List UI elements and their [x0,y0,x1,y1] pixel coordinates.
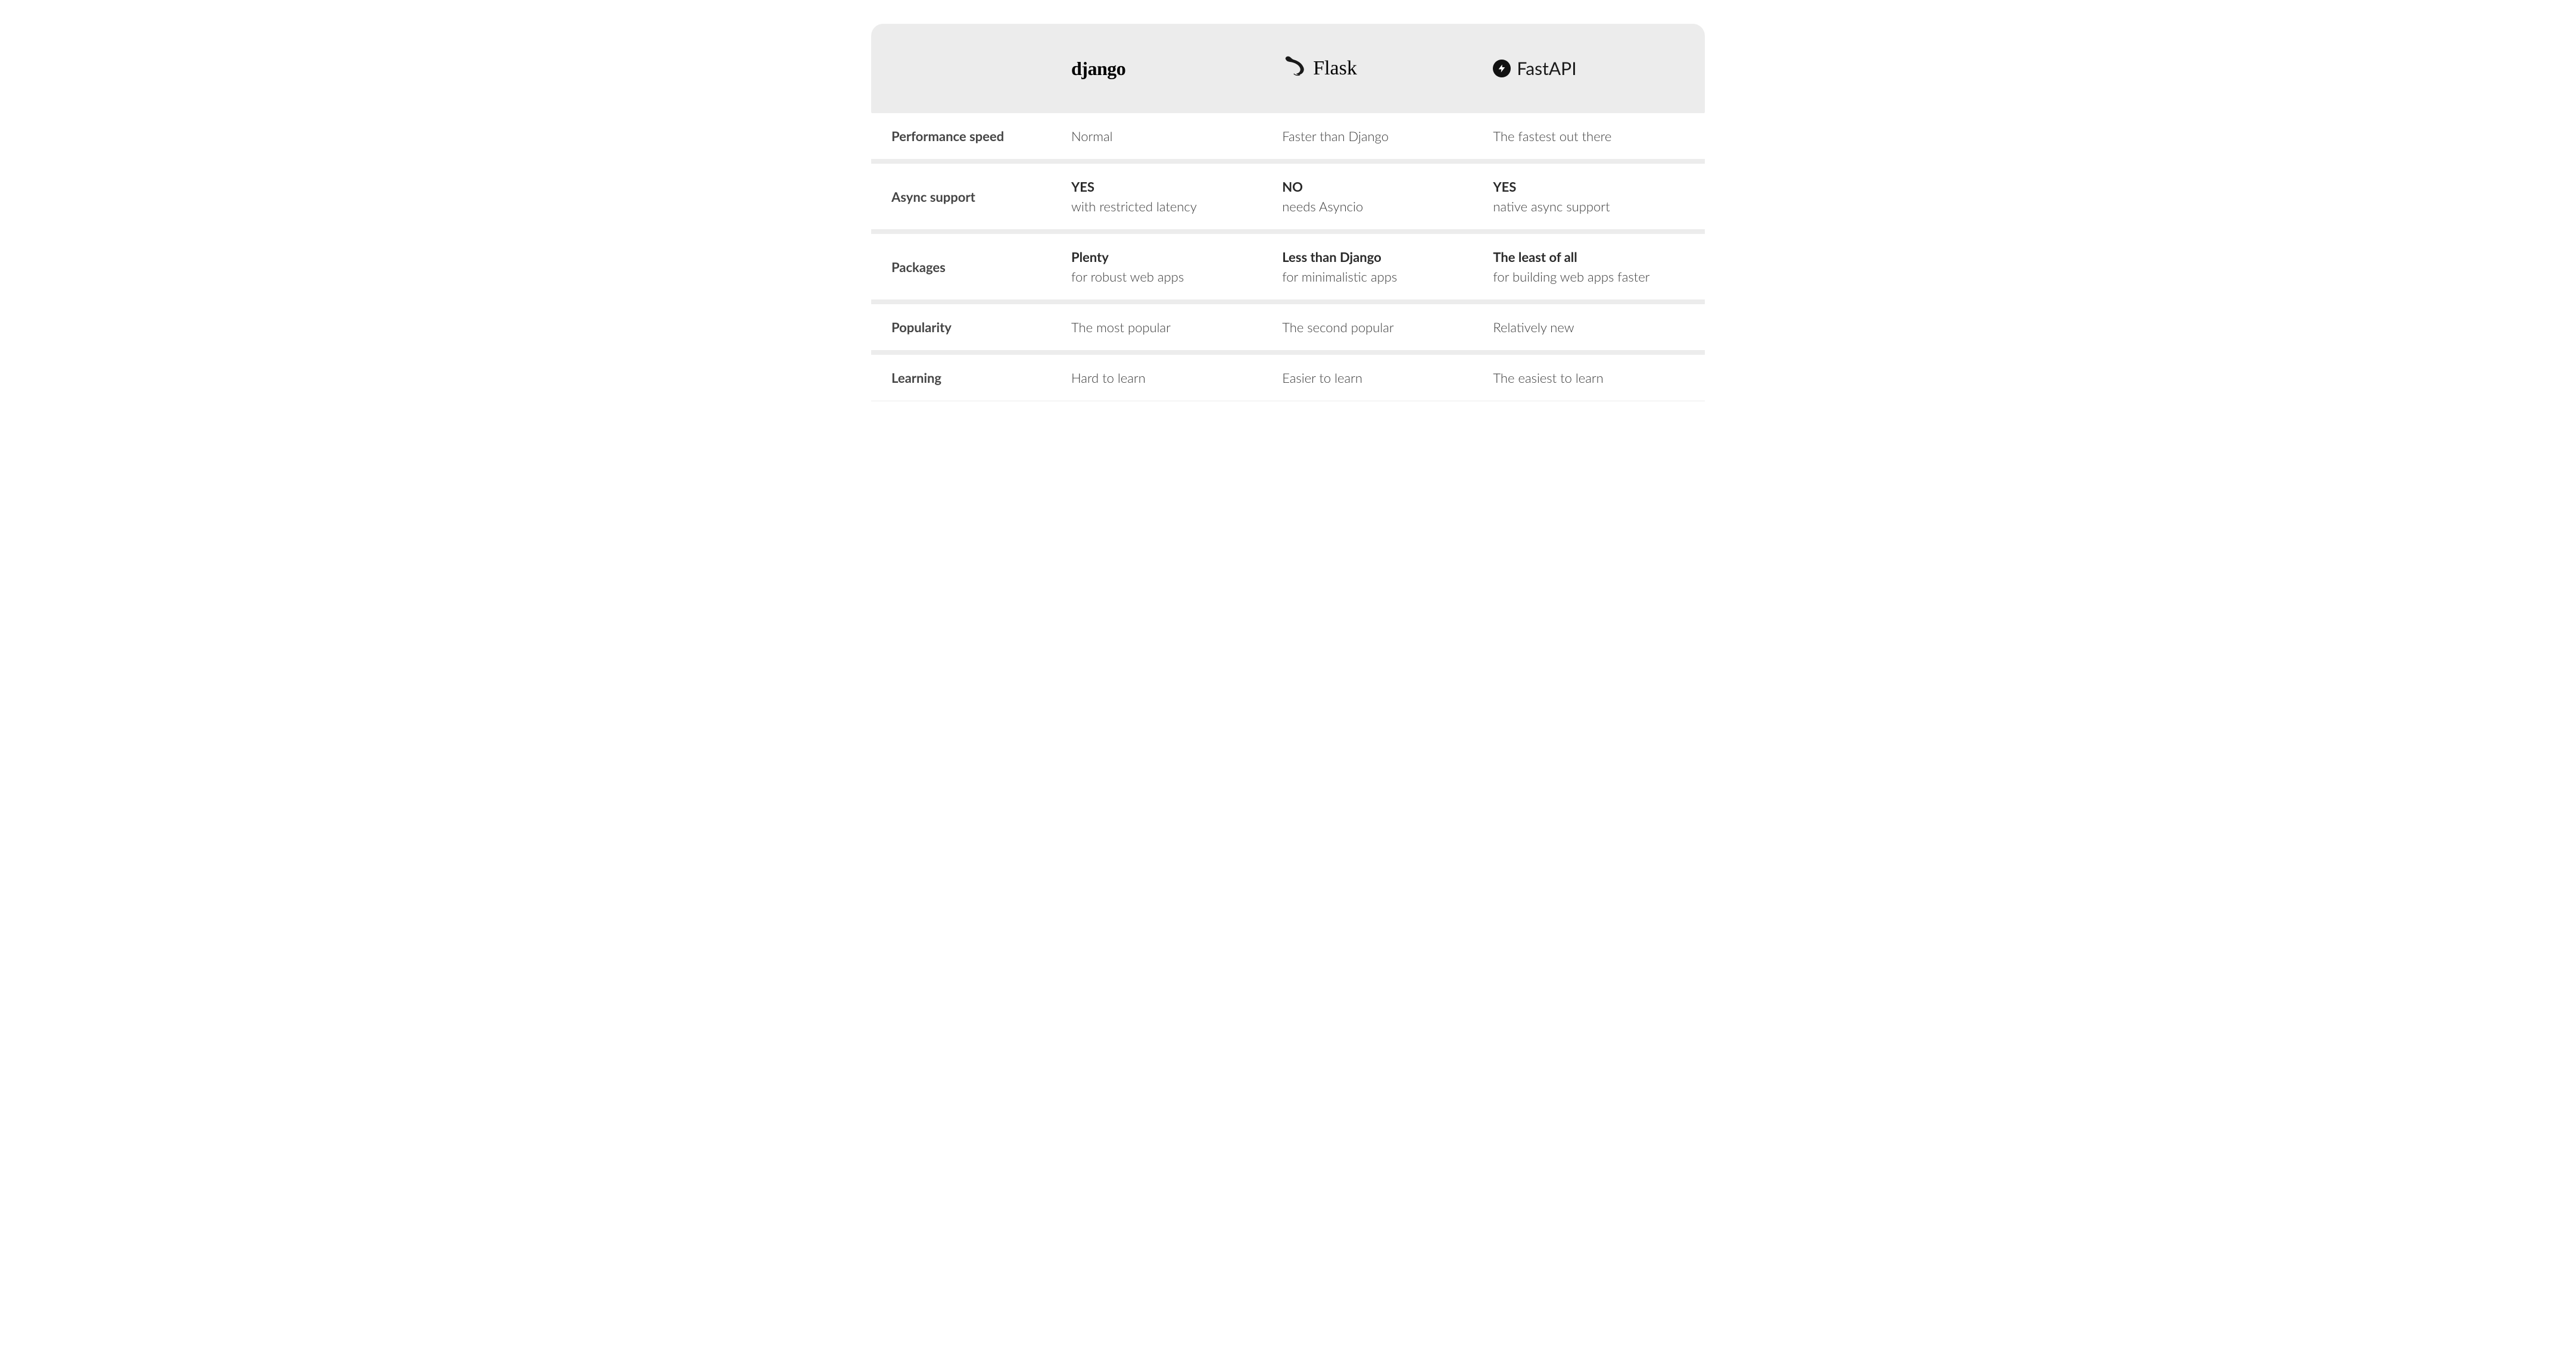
detail: Hard to learn [1071,370,1146,386]
flask-horn-icon [1282,54,1307,83]
cell-popularity-flask: The second popular [1282,317,1493,337]
detail: for minimalistic apps [1282,268,1397,285]
detail: The second popular [1282,319,1393,335]
detail: The fastest out there [1493,128,1611,144]
detail: The easiest to learn [1493,370,1603,386]
row-async: Async support YES with restricted latenc… [871,164,1705,234]
label-async: Async support [871,189,1071,205]
cell-packages-fastapi: The least of all for building web apps f… [1493,247,1704,286]
detail: for building web apps faster [1493,268,1649,285]
label-popularity: Popularity [871,319,1071,335]
strong: YES [1071,177,1270,196]
detail: for robust web apps [1071,268,1184,285]
detail: native async support [1493,198,1610,214]
cell-learning-flask: Easier to learn [1282,368,1493,388]
header-flask: Flask [1282,54,1493,83]
cell-async-django: YES with restricted latency [1071,177,1282,216]
label-learning: Learning [871,370,1071,386]
row-performance: Performance speed Normal Faster than Dja… [871,113,1705,164]
comparison-table: django Flask FastAPI Performance speed N… [871,24,1705,401]
cell-performance-flask: Faster than Django [1282,126,1493,146]
detail: Relatively new [1493,319,1574,335]
django-logo: django [1071,58,1125,80]
header-fastapi: FastAPI [1493,58,1704,79]
table-header-row: django Flask FastAPI [871,24,1705,113]
detail: with restricted latency [1071,198,1197,214]
strong: NO [1282,177,1481,196]
detail: needs Asyncio [1282,198,1363,214]
cell-popularity-django: The most popular [1071,317,1282,337]
label-performance: Performance speed [871,128,1071,144]
detail: Faster than Django [1282,128,1389,144]
flask-logo-text: Flask [1313,57,1357,80]
strong: Less than Django [1282,247,1481,267]
detail: Normal [1071,128,1113,144]
label-packages: Packages [871,259,1071,275]
row-learning: Learning Hard to learn Easier to learn T… [871,355,1705,401]
cell-async-flask: NO needs Asyncio [1282,177,1493,216]
strong: The least of all [1493,247,1692,267]
fastapi-bolt-icon [1493,60,1511,77]
cell-packages-django: Plenty for robust web apps [1071,247,1282,286]
cell-learning-django: Hard to learn [1071,368,1282,388]
row-popularity: Popularity The most popular The second p… [871,304,1705,355]
cell-learning-fastapi: The easiest to learn [1493,368,1704,388]
cell-performance-fastapi: The fastest out there [1493,126,1704,146]
strong: Plenty [1071,247,1270,267]
cell-async-fastapi: YES native async support [1493,177,1704,216]
header-django: django [1071,58,1282,80]
fastapi-logo-text: FastAPI [1517,58,1576,79]
row-packages: Packages Plenty for robust web apps Less… [871,234,1705,304]
detail: Easier to learn [1282,370,1362,386]
cell-popularity-fastapi: Relatively new [1493,317,1704,337]
detail: The most popular [1071,319,1171,335]
cell-packages-flask: Less than Django for minimalistic apps [1282,247,1493,286]
cell-performance-django: Normal [1071,126,1282,146]
strong: YES [1493,177,1692,196]
